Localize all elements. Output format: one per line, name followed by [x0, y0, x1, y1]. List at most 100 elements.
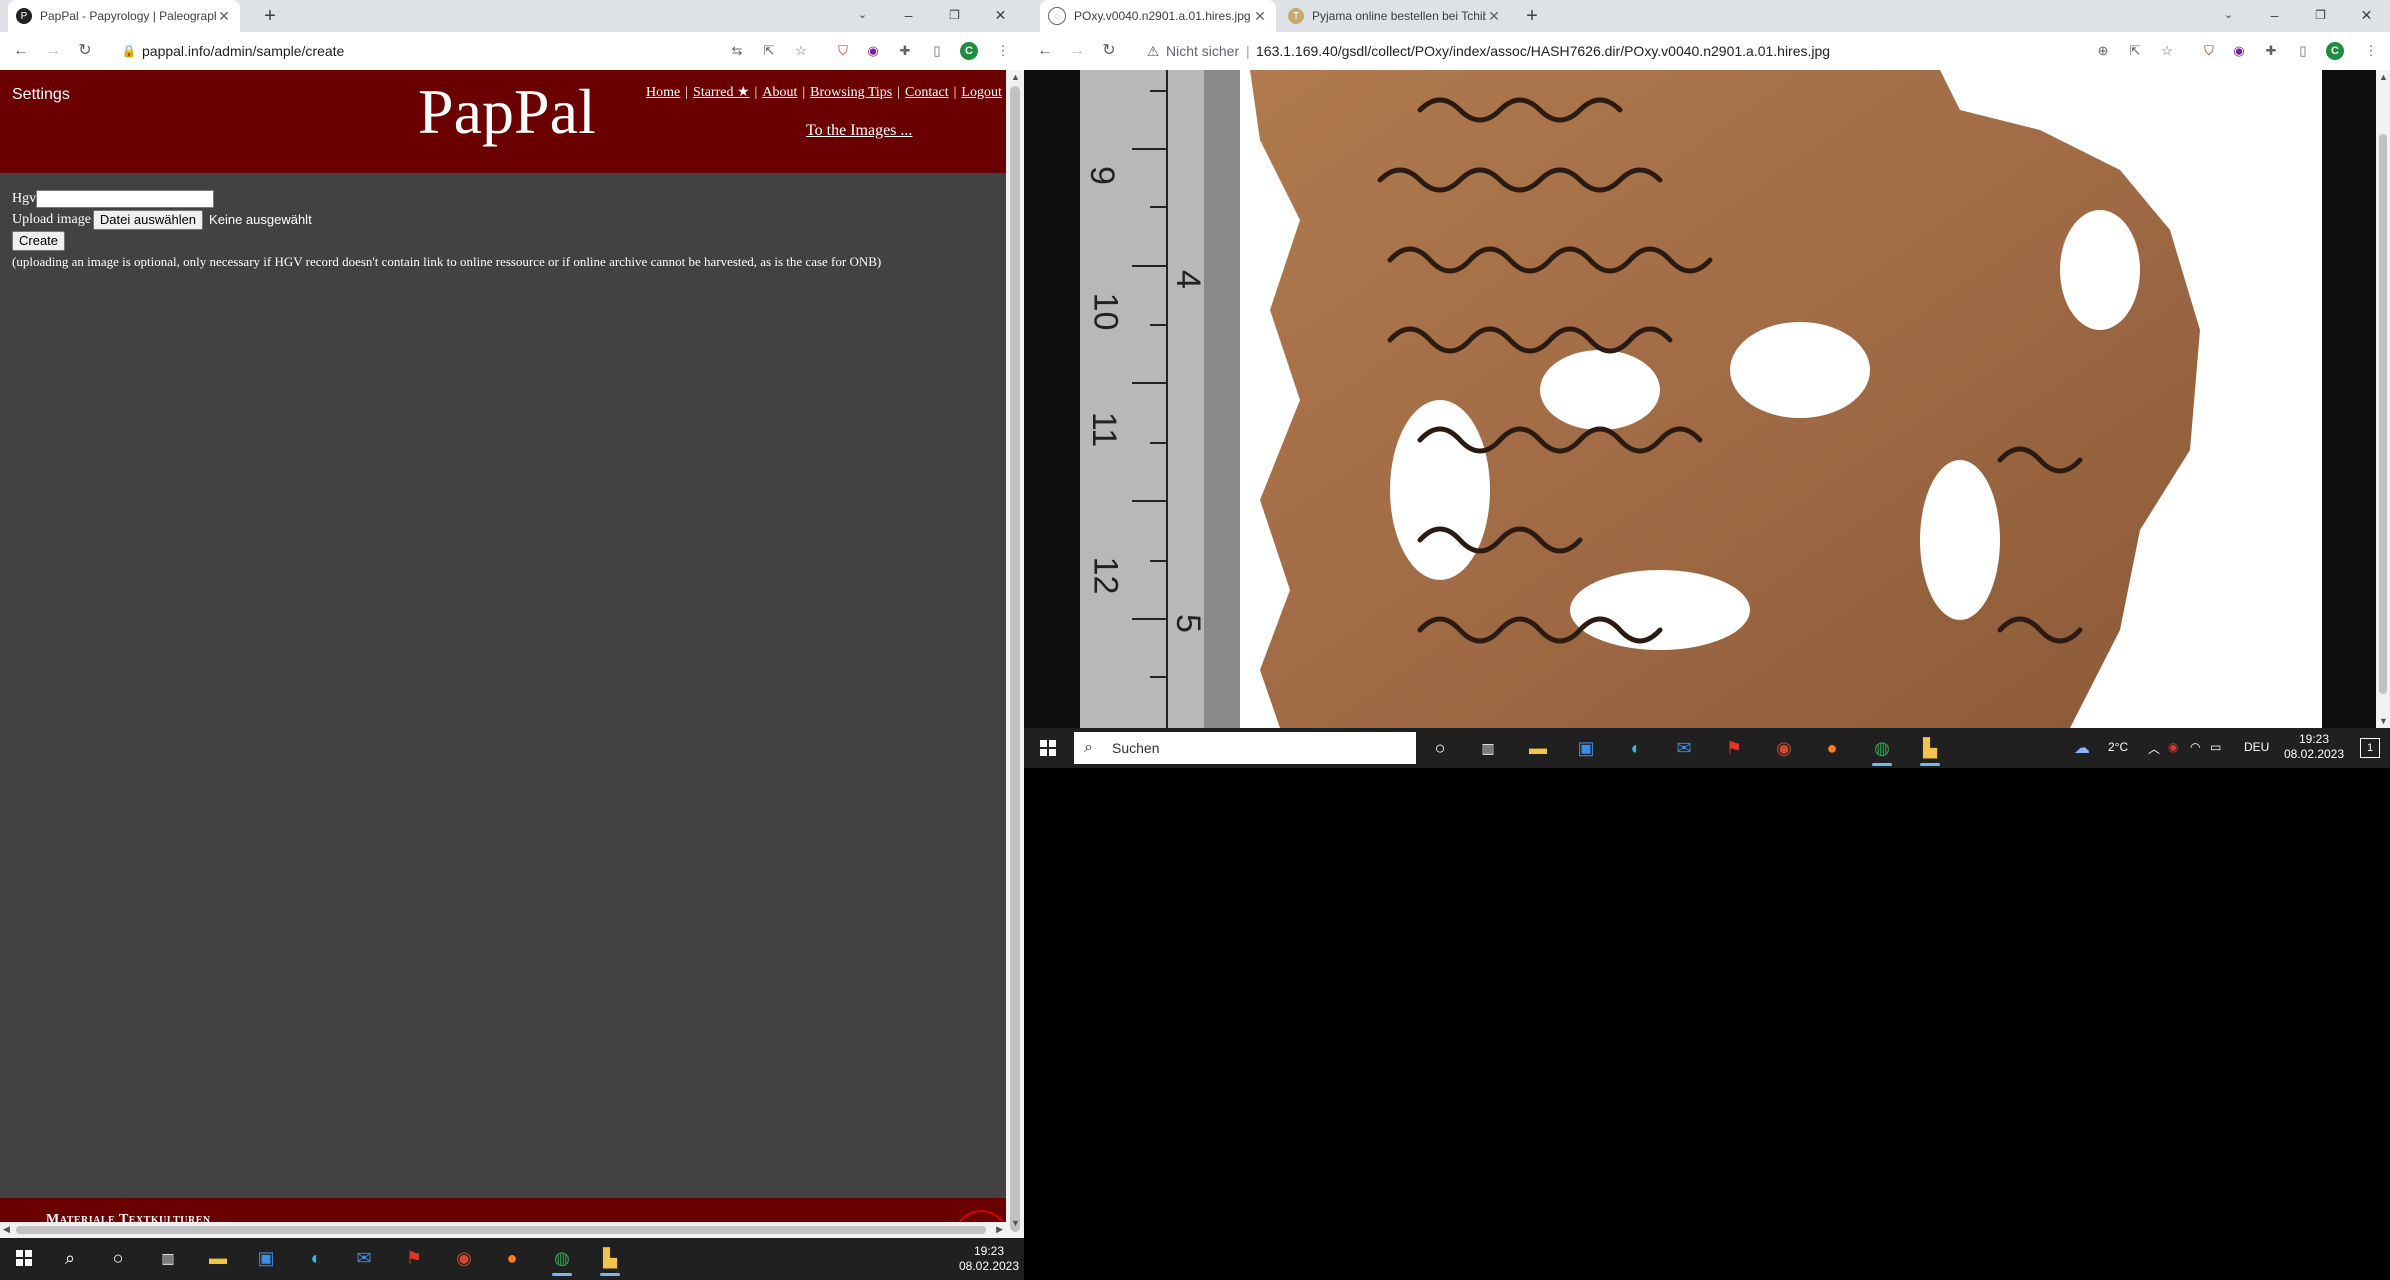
nav-home[interactable]: Home: [646, 85, 680, 100]
menu-kebab-icon[interactable]: ⋮: [2362, 42, 2380, 60]
extensions-puzzle-icon[interactable]: ✚: [896, 42, 914, 60]
minimize-button[interactable]: –: [886, 0, 931, 32]
scroll-left-icon[interactable]: ◀: [3, 1224, 10, 1235]
search-icon[interactable]: ⌕: [56, 1244, 84, 1272]
close-window-button[interactable]: ✕: [978, 0, 1023, 32]
edge-icon[interactable]: ◐: [302, 1244, 330, 1272]
forward-icon[interactable]: →: [42, 40, 64, 62]
windows-start-icon[interactable]: [1034, 734, 1062, 762]
close-tab-icon[interactable]: ✕: [1486, 8, 1502, 25]
close-window-button[interactable]: ✕: [2344, 0, 2389, 32]
extension-purple-icon[interactable]: ◉: [864, 42, 882, 60]
sticky-app-icon[interactable]: ▙: [1916, 734, 1944, 766]
scroll-up-icon[interactable]: ▲: [2379, 72, 2388, 82]
new-tab-button[interactable]: +: [260, 6, 280, 26]
forward-icon[interactable]: →: [1066, 40, 1088, 62]
reload-icon[interactable]: ↻: [74, 40, 96, 62]
lock-icon[interactable]: 🔒: [118, 40, 140, 62]
notification-center-icon[interactable]: 1: [2360, 738, 2380, 758]
taskbar-search-box[interactable]: ⌕ Suchen: [1074, 732, 1416, 764]
powerpoint-icon[interactable]: ◉: [1770, 734, 1798, 762]
settings-link[interactable]: Settings: [12, 86, 70, 104]
scrollbar-thumb[interactable]: [16, 1226, 986, 1234]
task-view-icon[interactable]: ▥: [1474, 734, 1502, 762]
nav-about[interactable]: About: [762, 85, 797, 100]
warning-icon[interactable]: ⚠: [1142, 40, 1164, 62]
tray-app-icon[interactable]: ◉: [2168, 740, 2178, 754]
tray-chevron-icon[interactable]: ︿: [2148, 740, 2160, 757]
address-bar[interactable]: pappal.info/admin/sample/create: [142, 36, 702, 66]
scroll-down-icon[interactable]: ▼: [1011, 1218, 1020, 1228]
minimize-button[interactable]: –: [2252, 0, 2297, 32]
address-bar[interactable]: 163.1.169.40/gsdl/collect/POxy/index/ass…: [1256, 36, 2116, 66]
vertical-scrollbar[interactable]: ▲ ▼: [2376, 70, 2390, 728]
pappal-logo[interactable]: PapPal: [418, 72, 596, 152]
extensions-puzzle-icon[interactable]: ✚: [2262, 42, 2280, 60]
choose-file-button[interactable]: Datei auswählen: [92, 209, 204, 230]
side-panel-icon[interactable]: ▯: [928, 42, 946, 60]
restore-button[interactable]: ❐: [2298, 0, 2343, 32]
store-icon[interactable]: ▣: [1572, 734, 1600, 762]
close-tab-icon[interactable]: ✕: [216, 8, 232, 25]
vertical-scrollbar[interactable]: ▲ ▼: [1006, 70, 1024, 1232]
share-icon[interactable]: ⇱: [760, 42, 778, 60]
scrollbar-thumb[interactable]: [1010, 86, 1020, 1232]
extension-shield-icon[interactable]: ⛉: [834, 42, 852, 60]
tab-pappal[interactable]: P PapPal - Papyrology | Paleograph ✕: [8, 0, 240, 32]
translate-icon[interactable]: ⇆: [728, 42, 746, 60]
tab-tchibo[interactable]: T Pyjama online bestellen bei Tchibo ✕: [1280, 0, 1510, 32]
chrome-icon[interactable]: ◍: [1868, 734, 1896, 766]
nav-starred[interactable]: Starred ★: [693, 85, 749, 100]
nav-logout[interactable]: Logout: [961, 85, 1001, 100]
back-icon[interactable]: ←: [1034, 40, 1056, 62]
mail-icon[interactable]: ✉: [350, 1244, 378, 1272]
powerpoint-icon[interactable]: ◉: [450, 1244, 478, 1272]
profile-avatar[interactable]: C: [960, 42, 978, 60]
windows-start-icon[interactable]: [10, 1244, 38, 1272]
firefox-icon[interactable]: ●: [498, 1244, 526, 1272]
system-clock[interactable]: 19:23 08.02.2023: [954, 1244, 1024, 1274]
network-icon[interactable]: ◠: [2190, 740, 2200, 754]
chrome-icon[interactable]: ◍: [548, 1244, 576, 1276]
create-button[interactable]: Create: [12, 230, 66, 251]
tab-poxy-image[interactable]: ◌ POxy.v0040.n2901.a.01.hires.jpg ✕: [1040, 0, 1276, 32]
scroll-down-icon[interactable]: ▼: [2379, 716, 2388, 726]
weather-icon[interactable]: ☁: [2074, 738, 2090, 758]
system-clock[interactable]: 19:23 08.02.2023: [2278, 732, 2350, 762]
scrollbar-thumb[interactable]: [2379, 134, 2387, 694]
restore-button[interactable]: ❐: [932, 0, 977, 32]
file-explorer-icon[interactable]: ▬: [204, 1244, 232, 1272]
scroll-up-icon[interactable]: ▲: [1011, 72, 1020, 82]
battery-icon[interactable]: ▭: [2210, 740, 2221, 754]
nav-browsing-tips[interactable]: Browsing Tips: [810, 85, 892, 100]
security-label[interactable]: Nicht sicher: [1166, 36, 1246, 66]
file-explorer-icon[interactable]: ▬: [1524, 734, 1552, 762]
close-tab-icon[interactable]: ✕: [1252, 8, 1268, 25]
reload-icon[interactable]: ↻: [1098, 40, 1120, 62]
extension-shield-icon[interactable]: ⛉: [2200, 42, 2218, 60]
sticky-app-icon[interactable]: ▙: [596, 1244, 624, 1276]
nav-contact[interactable]: Contact: [905, 85, 949, 100]
share-icon[interactable]: ⇱: [2126, 42, 2144, 60]
extension-purple-icon[interactable]: ◉: [2230, 42, 2248, 60]
acrobat-icon[interactable]: ⚑: [1720, 734, 1748, 762]
new-tab-button[interactable]: +: [1522, 6, 1542, 26]
hgv-input[interactable]: [36, 189, 215, 208]
scroll-right-icon[interactable]: ▶: [996, 1224, 1003, 1235]
back-icon[interactable]: ←: [10, 40, 32, 62]
cortana-icon[interactable]: ○: [104, 1244, 132, 1272]
task-view-icon[interactable]: ▥: [154, 1244, 182, 1272]
firefox-icon[interactable]: ●: [1818, 734, 1846, 762]
store-icon[interactable]: ▣: [252, 1244, 280, 1272]
acrobat-icon[interactable]: ⚑: [400, 1244, 428, 1272]
input-language[interactable]: DEU: [2244, 740, 2269, 754]
profile-avatar[interactable]: C: [2326, 42, 2344, 60]
menu-kebab-icon[interactable]: ⋮: [994, 42, 1012, 60]
zoom-icon[interactable]: ⊕: [2094, 42, 2112, 60]
weather-temperature[interactable]: 2°C: [2108, 740, 2128, 754]
cortana-icon[interactable]: ○: [1426, 734, 1454, 762]
side-panel-icon[interactable]: ▯: [2294, 42, 2312, 60]
tab-search-icon[interactable]: ⌄: [2206, 0, 2251, 32]
mail-icon[interactable]: ✉: [1670, 734, 1698, 762]
bookmark-star-icon[interactable]: ☆: [2158, 42, 2176, 60]
